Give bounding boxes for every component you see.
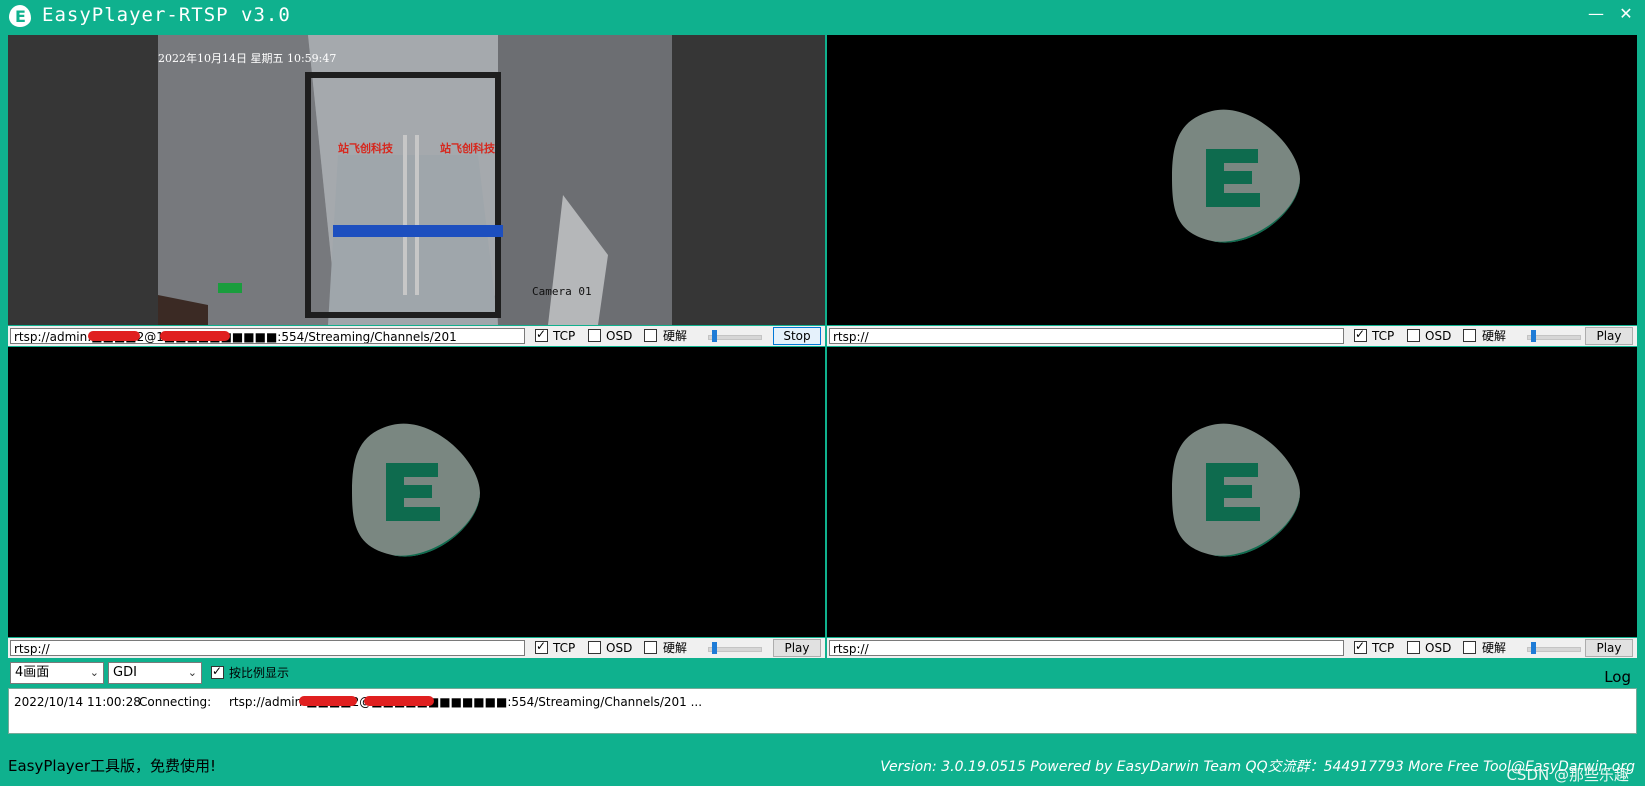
tcp-checkbox-1[interactable]: [535, 327, 548, 342]
redaction-mark: [299, 696, 357, 706]
hw-decode-checkbox-3[interactable]: [644, 641, 657, 654]
osd-label: OSD: [1425, 641, 1452, 655]
watermark: CSDN @那些乐趣: [1506, 766, 1629, 784]
video-panel-2[interactable]: [827, 35, 1637, 325]
view-controls: 4画面 ⌄ GDI ⌄ 按比例显示 Log: [8, 660, 1637, 686]
video-panel-3[interactable]: [8, 347, 825, 637]
easyplayer-logo-icon: [352, 423, 480, 557]
play-button-3[interactable]: Play: [773, 639, 821, 657]
volume-slider-thumb[interactable]: [1531, 642, 1536, 654]
url-input-3[interactable]: rtsp://: [10, 640, 525, 656]
app-title: EasyPlayer-RTSP v3.0: [42, 4, 291, 26]
url-input-4[interactable]: rtsp://: [829, 640, 1344, 656]
door-sign-left: 站飞创科技: [338, 142, 393, 155]
redaction-mark: [160, 331, 230, 341]
log-area[interactable]: 2022/10/14 11:00:28 Connecting: rtsp://a…: [8, 688, 1637, 734]
osd-label: OSD: [1425, 329, 1452, 343]
render-select-value: GDI: [113, 665, 137, 680]
layout-select[interactable]: 4画面 ⌄: [10, 662, 104, 684]
title-bar: E EasyPlayer-RTSP v3.0 — ✕: [0, 0, 1645, 32]
redaction-mark: [88, 331, 140, 341]
volume-slider-thumb[interactable]: [712, 330, 717, 342]
hw-decode-label: 硬解: [663, 641, 688, 655]
app-logo-icon: E: [9, 5, 31, 27]
volume-slider-thumb[interactable]: [1531, 330, 1536, 342]
hw-decode-checkbox-4[interactable]: [1463, 641, 1476, 654]
status-bar: EasyPlayer工具版，免费使用! Version: 3.0.19.0515…: [0, 748, 1645, 786]
panel-4-controls: rtsp:// TCP OSD 硬解 Play: [827, 638, 1637, 658]
osd-checkbox-1[interactable]: [588, 329, 601, 342]
easyplayer-logo-icon: [1172, 423, 1300, 557]
aspect-ratio-checkbox[interactable]: [211, 664, 224, 679]
camera-name-overlay: Camera 01: [532, 285, 592, 298]
panel-1-controls: rtsp://admin:■■■■2@1■■■■■■■■■■:554/Strea…: [8, 326, 825, 346]
volume-slider-thumb[interactable]: [712, 642, 717, 654]
log-status: Connecting:: [139, 695, 212, 709]
chevron-down-icon: ⌄: [187, 666, 197, 679]
player-window: E EasyPlayer-RTSP v3.0 — ✕ 2022年10月14日 星…: [0, 0, 1645, 786]
hw-decode-label: 硬解: [1482, 641, 1507, 655]
render-select[interactable]: GDI ⌄: [108, 662, 202, 684]
easyplayer-logo-icon: [1172, 109, 1300, 243]
panel-2-controls: rtsp:// TCP OSD 硬解 Play: [827, 326, 1637, 346]
hw-decode-label: 硬解: [1482, 329, 1507, 343]
close-button[interactable]: ✕: [1614, 2, 1638, 26]
video-panel-1[interactable]: 2022年10月14日 星期五 10:59:47 站飞创科技 站飞创科技 Cam…: [8, 35, 825, 325]
play-button-2[interactable]: Play: [1585, 327, 1633, 345]
camera-timestamp-overlay: 2022年10月14日 星期五 10:59:47: [158, 52, 337, 65]
video-panel-4[interactable]: [827, 347, 1637, 637]
tcp-label: TCP: [1372, 329, 1395, 343]
log-label: Log: [1604, 668, 1631, 686]
tcp-label: TCP: [553, 641, 576, 655]
tcp-checkbox-2[interactable]: [1354, 327, 1367, 342]
url-input-2[interactable]: rtsp://: [829, 328, 1344, 344]
panel-3-controls: rtsp:// TCP OSD 硬解 Play: [8, 638, 825, 658]
camera-frame: [8, 35, 825, 325]
osd-checkbox-3[interactable]: [588, 641, 601, 654]
hw-decode-checkbox-2[interactable]: [1463, 329, 1476, 342]
redaction-mark: [364, 696, 434, 706]
play-button-4[interactable]: Play: [1585, 639, 1633, 657]
tcp-label: TCP: [553, 329, 576, 343]
osd-checkbox-2[interactable]: [1407, 329, 1420, 342]
minimize-button[interactable]: —: [1584, 2, 1608, 26]
stop-button-1[interactable]: Stop: [773, 327, 821, 345]
hw-decode-label: 硬解: [663, 329, 688, 343]
chevron-down-icon: ⌄: [89, 666, 99, 679]
osd-label: OSD: [606, 329, 633, 343]
status-left-text: EasyPlayer工具版，免费使用!: [8, 757, 217, 775]
door-sign-right: 站飞创科技: [440, 142, 495, 155]
tcp-label: TCP: [1372, 641, 1395, 655]
layout-select-value: 4画面: [15, 665, 50, 680]
aspect-ratio-label: 按比例显示: [229, 666, 290, 680]
osd-checkbox-4[interactable]: [1407, 641, 1420, 654]
osd-label: OSD: [606, 641, 633, 655]
tcp-checkbox-3[interactable]: [535, 639, 548, 654]
tcp-checkbox-4[interactable]: [1354, 639, 1367, 654]
log-timestamp: 2022/10/14 11:00:28: [14, 695, 141, 709]
hw-decode-checkbox-1[interactable]: [644, 329, 657, 342]
